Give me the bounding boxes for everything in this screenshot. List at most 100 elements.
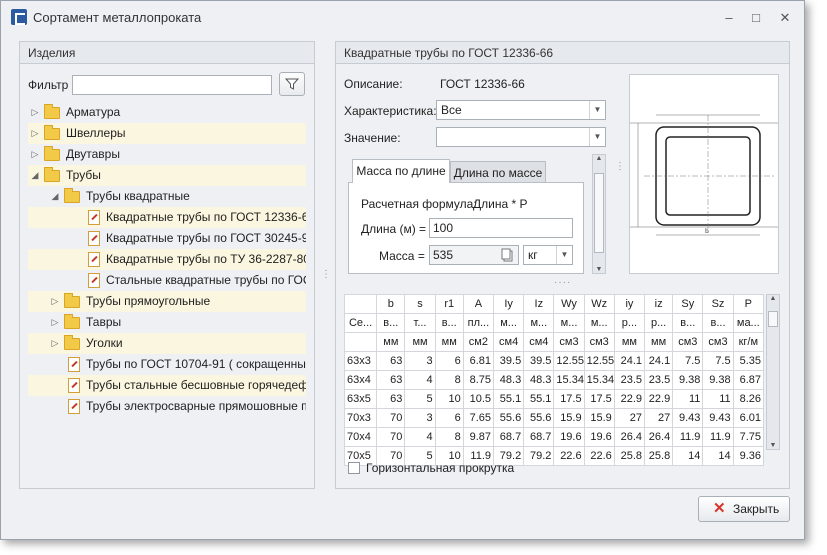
table-cell[interactable]: см4 — [523, 332, 555, 352]
table-cell[interactable]: в... — [672, 313, 704, 333]
scroll-down-arrow[interactable]: ▼ — [767, 442, 779, 449]
tree-item[interactable]: ▷ Двутавры — [28, 144, 306, 165]
scroll-up-arrow[interactable]: ▲ — [593, 155, 605, 162]
expander-arrow-icon[interactable]: ▷ — [50, 312, 60, 333]
close-window-button[interactable]: ✕ — [775, 9, 795, 27]
table-cell[interactable]: см3 — [672, 332, 704, 352]
value-select[interactable]: ▼ — [436, 127, 606, 147]
table-cell[interactable]: iz — [644, 294, 674, 314]
tree-item[interactable]: Трубы электросварные прямошовные по Г — [28, 396, 306, 414]
filter-input[interactable] — [72, 75, 272, 95]
scroll-up-arrow[interactable]: ▲ — [767, 295, 779, 302]
table-cell: 4 — [404, 370, 436, 390]
tree-item[interactable]: ◢ Трубы квадратные — [28, 186, 306, 207]
tree-item[interactable]: Стальные квадратные трубы по ГОС — [28, 270, 306, 291]
table-cell[interactable]: см4 — [492, 332, 525, 352]
table-cell: 7.75 — [732, 427, 765, 447]
filter-button[interactable] — [279, 72, 305, 96]
chevron-down-icon[interactable]: ▼ — [556, 246, 572, 264]
tree-item[interactable]: Квадратные трубы по ГОСТ 30245-94 — [28, 228, 306, 249]
length-input[interactable]: 100 — [429, 218, 573, 238]
table-cell[interactable]: Се... — [343, 313, 378, 333]
minimize-button[interactable]: – — [719, 9, 739, 27]
table-cell[interactable]: мм — [434, 332, 464, 352]
table-cell: 23.5 — [613, 370, 646, 390]
document-icon — [88, 252, 100, 267]
tree-item[interactable]: ▷ Швеллеры — [28, 123, 306, 144]
table-cell[interactable]: Wy — [553, 294, 585, 314]
table-cell[interactable]: р... — [644, 313, 674, 333]
table-cell[interactable]: м... — [523, 313, 555, 333]
tree-item[interactable]: Трубы по ГОСТ 10704-91 ( сокращенные ) — [28, 354, 306, 375]
expander-arrow-icon[interactable]: ▷ — [30, 144, 40, 165]
expander-arrow-icon[interactable]: ▷ — [30, 102, 40, 123]
tab-scrollbar[interactable]: ▲ ▼ — [592, 154, 606, 274]
table-scrollbar[interactable]: ▲ ▼ — [766, 294, 780, 450]
table-cell[interactable]: Iz — [523, 294, 555, 314]
horizontal-scroll-checkbox[interactable] — [348, 462, 360, 474]
table-cell[interactable]: см3 — [553, 332, 585, 352]
table-cell[interactable]: см3 — [583, 332, 615, 352]
table-cell[interactable]: см3 — [702, 332, 734, 352]
table-cell[interactable] — [343, 332, 378, 352]
copy-icon[interactable] — [499, 247, 515, 263]
table-cell[interactable]: мм — [404, 332, 436, 352]
tree-item[interactable]: ▷ Трубы прямоугольные — [28, 291, 306, 312]
table-cell[interactable]: Wz — [583, 294, 615, 314]
table-cell[interactable]: см2 — [462, 332, 495, 352]
vertical-splitter[interactable]: ⋮ — [321, 270, 331, 280]
table-cell[interactable]: мм — [376, 332, 406, 352]
table-cell[interactable]: в... — [702, 313, 734, 333]
characteristic-select[interactable]: Все ▼ — [436, 100, 606, 120]
table-cell[interactable]: р... — [613, 313, 646, 333]
table-cell[interactable]: мм — [613, 332, 646, 352]
properties-table[interactable]: b s r1 A Iy Iz Wy Wz iy iz Sy Sz P Се... в... т... в... п… — [343, 294, 765, 466]
tree-item[interactable]: ▷ Тавры — [28, 312, 306, 333]
expander-arrow-icon[interactable]: ◢ — [30, 165, 40, 186]
table-cell[interactable]: ма... — [732, 313, 765, 333]
table-cell[interactable]: s — [404, 294, 436, 314]
table-cell[interactable]: в... — [376, 313, 406, 333]
expander-arrow-icon[interactable]: ▷ — [50, 333, 60, 354]
table-cell[interactable]: Sz — [702, 294, 734, 314]
horizontal-splitter[interactable]: ···· — [554, 278, 571, 288]
table-cell[interactable] — [343, 294, 378, 314]
close-button[interactable]: ✕ Закрыть — [698, 496, 790, 522]
table-cell[interactable]: мм — [644, 332, 674, 352]
tab-mass-by-length[interactable]: Масса по длине — [352, 159, 450, 183]
preview-splitter[interactable]: ⋮ — [615, 162, 625, 172]
table-cell[interactable]: пл... — [462, 313, 495, 333]
table-cell[interactable]: Sy — [672, 294, 704, 314]
table-cell[interactable]: кг/м — [732, 332, 765, 352]
scroll-thumb[interactable] — [768, 311, 778, 327]
tree-item[interactable]: ▷ Арматура — [28, 102, 306, 123]
table-cell[interactable]: r1 — [434, 294, 464, 314]
tab-length-by-mass[interactable]: Длина по массе — [450, 161, 546, 183]
table-cell[interactable]: м... — [553, 313, 585, 333]
products-tree[interactable]: ▷ Арматура ▷ Швеллеры ▷ Двутавры ◢ Трубы ◢ Трубы … — [28, 102, 306, 414]
tab-content: Расчетная формула: Длина * P Длина (м) =… — [348, 182, 584, 274]
expander-arrow-icon[interactable]: ▷ — [30, 123, 40, 144]
table-cell[interactable]: м... — [583, 313, 615, 333]
expander-arrow-icon[interactable]: ◢ — [50, 186, 60, 207]
unit-select[interactable]: кг ▼ — [523, 245, 573, 265]
table-cell[interactable]: м... — [492, 313, 525, 333]
tree-item[interactable]: ◢ Трубы — [28, 165, 306, 186]
table-cell[interactable]: b — [376, 294, 406, 314]
scroll-thumb[interactable] — [594, 173, 604, 253]
scroll-down-arrow[interactable]: ▼ — [593, 266, 605, 273]
maximize-button[interactable]: □ — [746, 9, 766, 27]
table-cell[interactable]: iy — [613, 294, 646, 314]
table-cell[interactable]: т... — [404, 313, 436, 333]
tree-item[interactable]: Квадратные трубы по ГОСТ 12336-66 — [28, 207, 306, 228]
table-cell[interactable]: A — [462, 294, 495, 314]
tree-item[interactable]: Трубы стальные бесшовные горячедефор — [28, 375, 306, 396]
table-cell[interactable]: Iy — [492, 294, 525, 314]
tree-item[interactable]: Квадратные трубы по ТУ 36-2287-80 — [28, 249, 306, 270]
tree-item[interactable]: ▷ Уголки — [28, 333, 306, 354]
expander-arrow-icon[interactable]: ▷ — [50, 291, 60, 312]
table-cell[interactable]: P — [732, 294, 765, 314]
chevron-down-icon[interactable]: ▼ — [589, 128, 605, 146]
chevron-down-icon[interactable]: ▼ — [589, 101, 605, 119]
table-cell[interactable]: в... — [434, 313, 464, 333]
